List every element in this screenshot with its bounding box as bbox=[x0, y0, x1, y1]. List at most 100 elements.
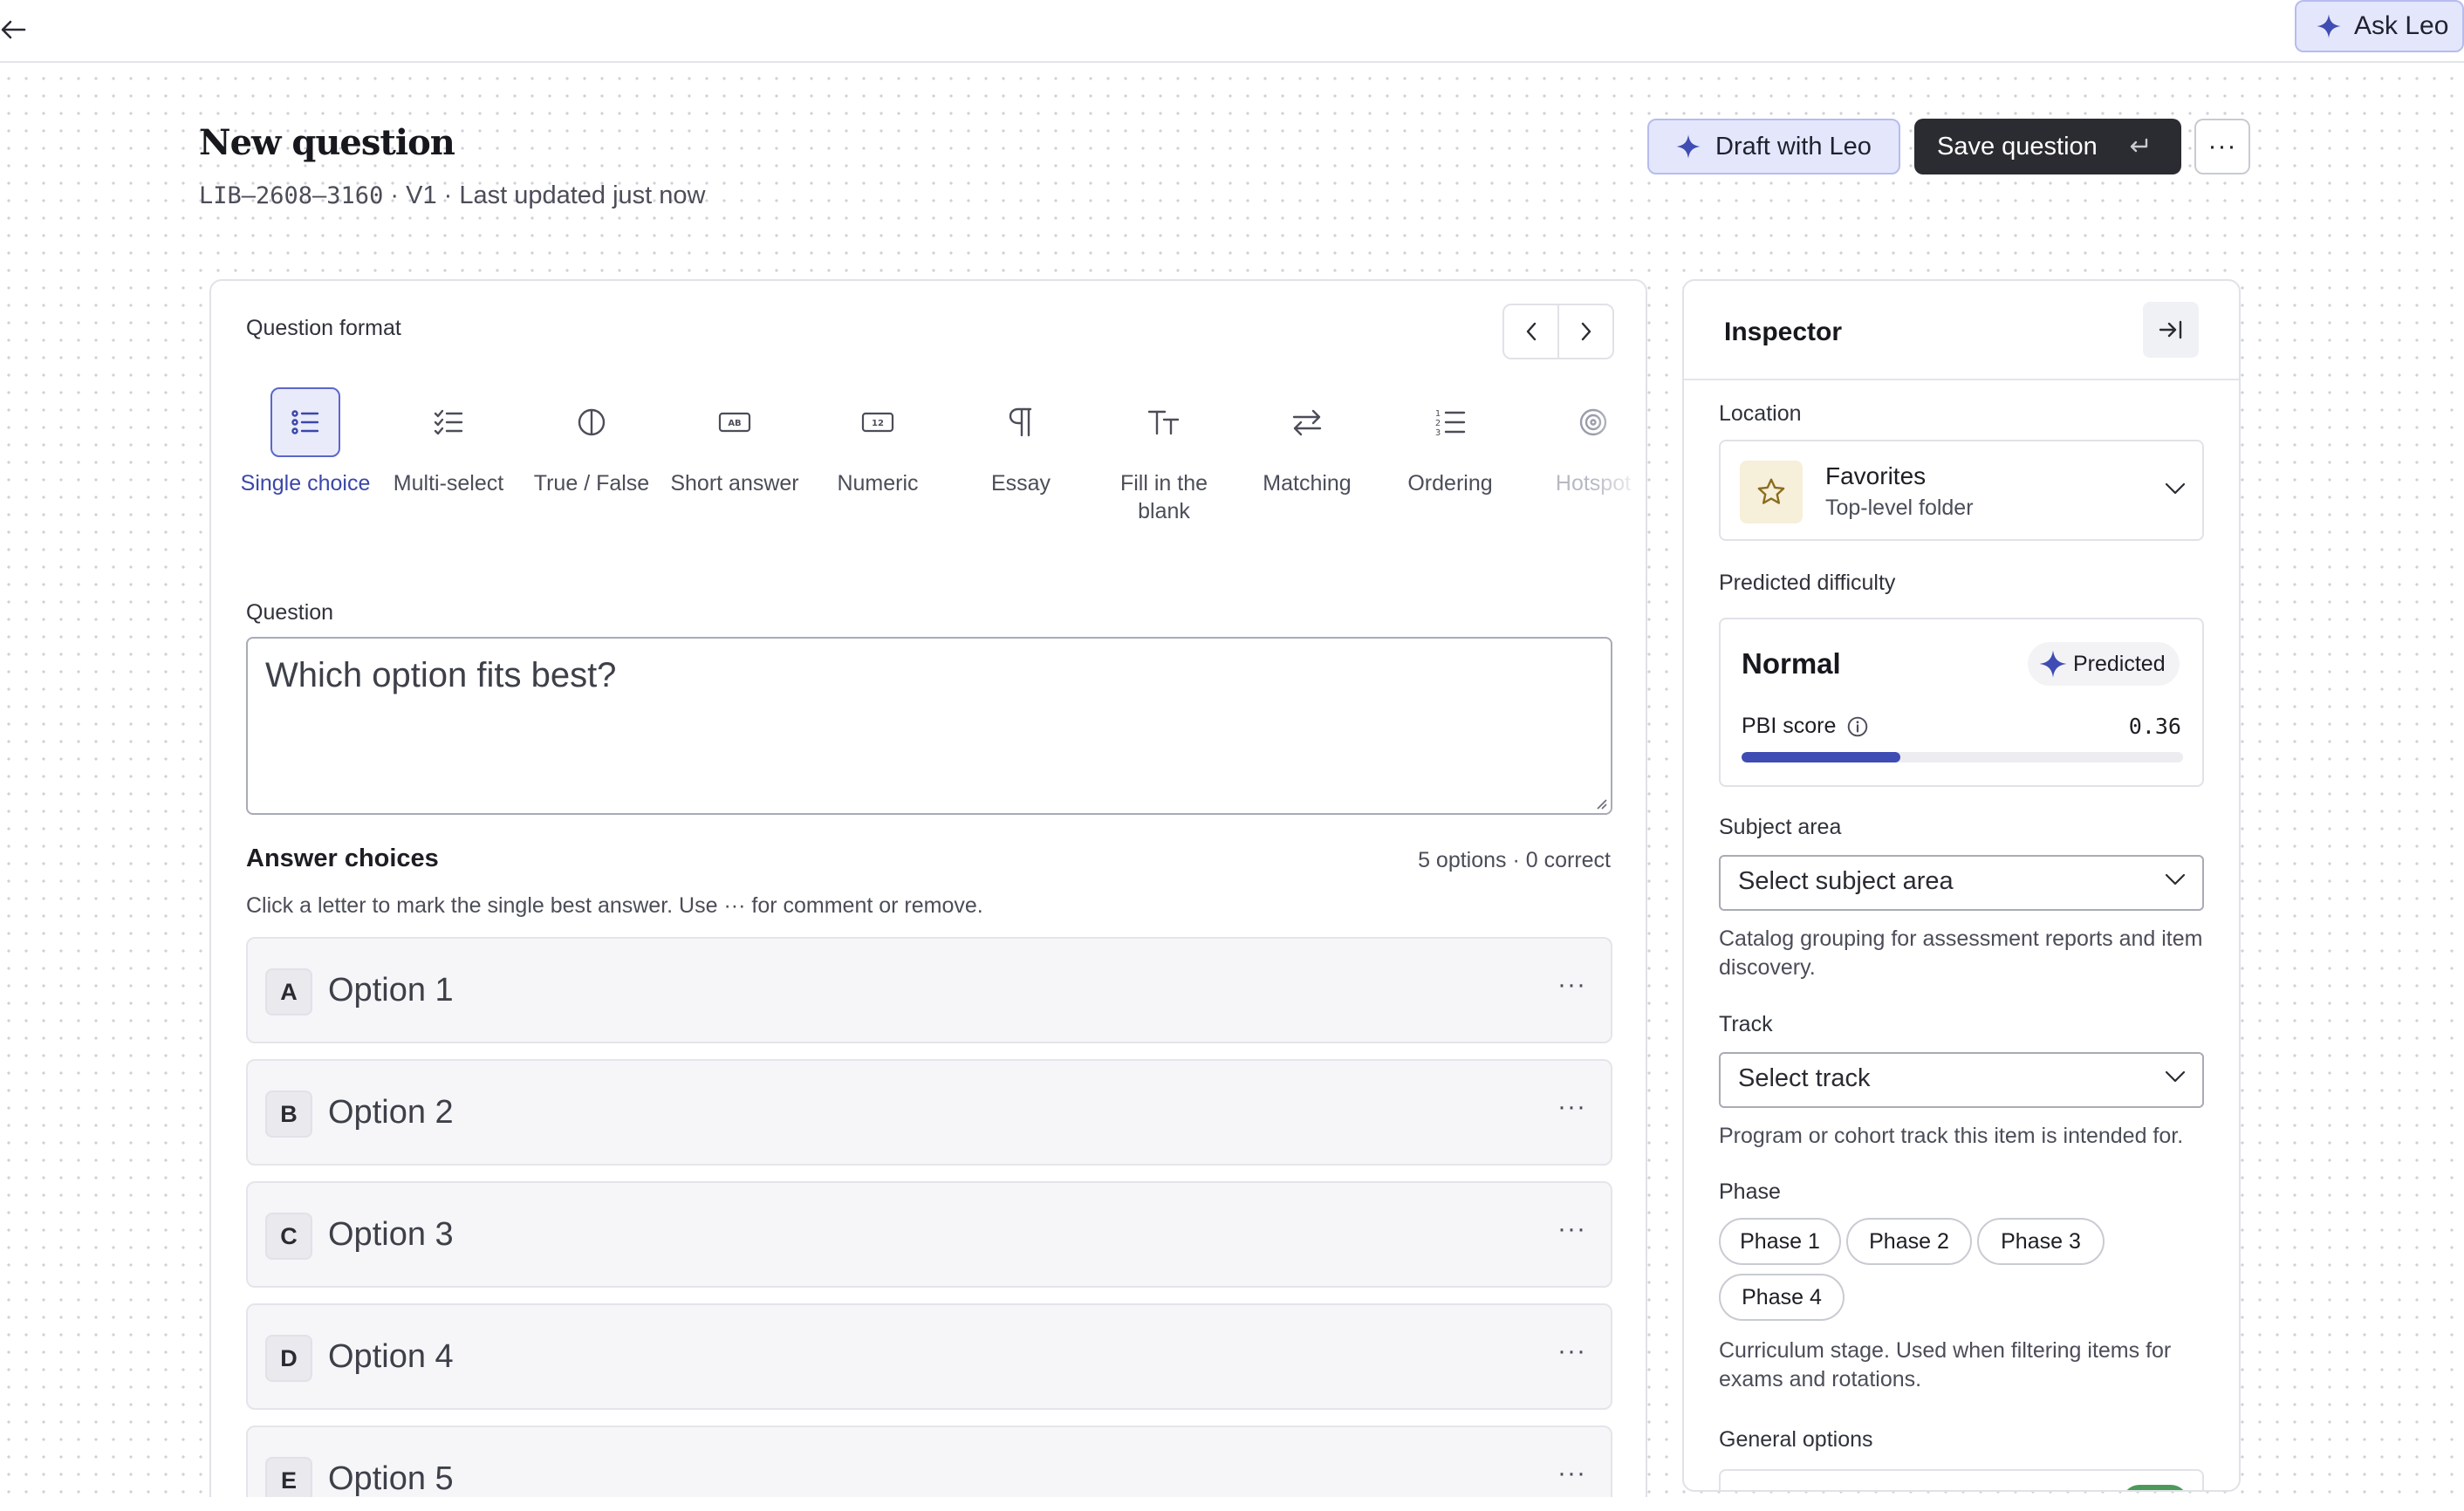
answer-option[interactable]: A Option 1 ··· bbox=[246, 937, 1612, 1043]
location-label: Location bbox=[1719, 401, 1802, 426]
question-input[interactable]: Which option fits best? bbox=[246, 637, 1612, 815]
format-single-choice[interactable]: Single choice bbox=[234, 387, 377, 497]
sparkle-icon bbox=[2039, 650, 2067, 678]
location-sub: Top-level folder bbox=[1825, 496, 1974, 520]
answer-option[interactable]: C Option 3 ··· bbox=[246, 1181, 1612, 1288]
location-select[interactable]: Favorites Top-level folder bbox=[1719, 440, 2204, 541]
resize-handle-icon[interactable] bbox=[1595, 797, 1607, 810]
phase-help: Curriculum stage. Used when filtering it… bbox=[1719, 1338, 2172, 1391]
format-prev-button[interactable] bbox=[1504, 305, 1559, 358]
arrow-left-icon bbox=[1, 20, 26, 39]
format-label: Single choice bbox=[240, 471, 371, 496]
format-matching[interactable]: Matching bbox=[1235, 387, 1379, 497]
option-text[interactable]: Option 2 bbox=[328, 1094, 454, 1132]
subject-area-label: Subject area bbox=[1719, 815, 1842, 839]
phase-chip[interactable]: Phase 2 bbox=[1846, 1218, 1972, 1265]
format-scroll-fade bbox=[1593, 377, 1646, 543]
track-label: Track bbox=[1719, 1012, 1773, 1036]
ask-leo-button[interactable]: Ask Leo bbox=[2295, 0, 2464, 52]
format-label: Multi-select bbox=[393, 471, 504, 496]
format-label: Matching bbox=[1263, 471, 1352, 496]
more-options-button[interactable]: ··· bbox=[2194, 119, 2250, 174]
format-label: Fill in the blank bbox=[1119, 471, 1208, 523]
format-essay[interactable]: Essay bbox=[949, 387, 1092, 497]
chevron-left-icon bbox=[1526, 322, 1536, 341]
format-short-answer[interactable]: AB Short answer bbox=[663, 387, 806, 497]
half-circle-icon bbox=[557, 387, 626, 457]
format-true-false[interactable]: True / False bbox=[520, 387, 663, 497]
sparkle-icon bbox=[2317, 14, 2341, 38]
option-more-button[interactable]: ··· bbox=[1557, 970, 1586, 1000]
format-numeric[interactable]: 12 Numeric bbox=[806, 387, 949, 497]
option-more-button[interactable]: ··· bbox=[1557, 1459, 1586, 1488]
option-letter-button[interactable]: B bbox=[265, 1091, 312, 1138]
question-editor-card: Question format Single choice Multi-sele… bbox=[209, 279, 1647, 1511]
option-text[interactable]: Option 1 bbox=[328, 972, 454, 1009]
option-more-button[interactable]: ··· bbox=[1557, 1214, 1586, 1244]
phase-chip[interactable]: Phase 1 bbox=[1719, 1218, 1841, 1265]
phase-label: Phase bbox=[1719, 1179, 1781, 1204]
general-option-toggle[interactable] bbox=[2122, 1485, 2188, 1490]
format-label: True / False bbox=[533, 471, 650, 496]
sparkle-icon bbox=[1676, 134, 1701, 159]
track-help: Program or cohort track this item is int… bbox=[1719, 1124, 2184, 1148]
general-options-label: General options bbox=[1719, 1427, 1873, 1452]
format-label: Numeric bbox=[837, 471, 919, 496]
return-key-icon bbox=[2130, 138, 2148, 153]
format-fill-blank[interactable]: Fill in the blank bbox=[1092, 387, 1235, 525]
predicted-badge: Predicted bbox=[2028, 642, 2180, 686]
option-text[interactable]: Option 5 bbox=[328, 1460, 454, 1498]
option-more-button[interactable]: ··· bbox=[1557, 1092, 1586, 1122]
subject-area-placeholder: Select subject area bbox=[1738, 867, 1954, 895]
answer-option[interactable]: D Option 4 ··· bbox=[246, 1303, 1612, 1410]
text-size-icon bbox=[1129, 387, 1199, 457]
answer-option[interactable]: B Option 2 ··· bbox=[246, 1059, 1612, 1166]
question-format-label: Question format bbox=[246, 316, 401, 340]
answer-choices-title: Answer choices bbox=[246, 844, 439, 872]
item-id: LIB–2608–3160 bbox=[199, 182, 384, 209]
format-ordering[interactable]: 123 Ordering bbox=[1379, 387, 1522, 497]
option-text[interactable]: Option 4 bbox=[328, 1338, 454, 1376]
pilcrow-icon bbox=[986, 387, 1056, 457]
ask-leo-label: Ask Leo bbox=[2354, 11, 2449, 40]
numbered-list-icon: 123 bbox=[1415, 387, 1485, 457]
format-multi-select[interactable]: Multi-select bbox=[377, 387, 520, 497]
draft-with-leo-button[interactable]: Draft with Leo bbox=[1647, 119, 1900, 174]
option-more-button[interactable]: ··· bbox=[1557, 1337, 1586, 1366]
option-text[interactable]: Option 3 bbox=[328, 1216, 454, 1254]
difficulty-level: Normal bbox=[1742, 647, 1841, 680]
location-name: Favorites bbox=[1825, 462, 1927, 489]
difficulty-card: Normal Predicted PBI score 0.36 bbox=[1719, 618, 2204, 787]
info-icon[interactable] bbox=[1846, 715, 1869, 738]
save-question-button[interactable]: Save question bbox=[1914, 119, 2181, 174]
chevron-down-icon bbox=[2165, 1070, 2186, 1083]
draft-label: Draft with Leo bbox=[1715, 132, 1872, 161]
collapse-right-icon bbox=[2159, 320, 2182, 339]
number-box-icon: 12 bbox=[843, 387, 913, 457]
list-bullets-icon bbox=[270, 387, 340, 457]
phase-chip[interactable]: Phase 4 bbox=[1719, 1274, 1845, 1321]
difficulty-label: Predicted difficulty bbox=[1719, 571, 1896, 595]
option-letter-button[interactable]: C bbox=[265, 1213, 312, 1260]
pbi-score-value: 0.36 bbox=[2128, 714, 2181, 739]
subject-area-select[interactable]: Select subject area bbox=[1719, 855, 2204, 911]
chevron-down-icon bbox=[2165, 482, 2186, 495]
format-next-button[interactable] bbox=[1559, 305, 1612, 358]
collapse-inspector-button[interactable] bbox=[2143, 302, 2199, 358]
subject-area-help: Catalog grouping for assessment reports … bbox=[1719, 926, 2203, 980]
star-icon bbox=[1740, 461, 1803, 523]
phase-chip[interactable]: Phase 3 bbox=[1977, 1218, 2105, 1265]
inspector-title: Inspector bbox=[1724, 318, 1843, 346]
back-button[interactable] bbox=[0, 10, 35, 49]
option-letter-button[interactable]: D bbox=[265, 1335, 312, 1382]
option-letter-button[interactable]: A bbox=[265, 968, 312, 1015]
pbi-score-fill bbox=[1742, 752, 1901, 762]
format-label: Essay bbox=[990, 471, 1051, 496]
track-placeholder: Select track bbox=[1738, 1064, 1871, 1092]
chevron-right-icon bbox=[1581, 322, 1591, 341]
svg-text:2: 2 bbox=[1435, 419, 1441, 428]
format-label: Short answer bbox=[670, 471, 799, 496]
track-select[interactable]: Select track bbox=[1719, 1052, 2204, 1108]
inspector-panel: Inspector Location Favorites Top-level f… bbox=[1682, 279, 2241, 1492]
answer-help-text: Click a letter to mark the single best a… bbox=[246, 893, 983, 918]
